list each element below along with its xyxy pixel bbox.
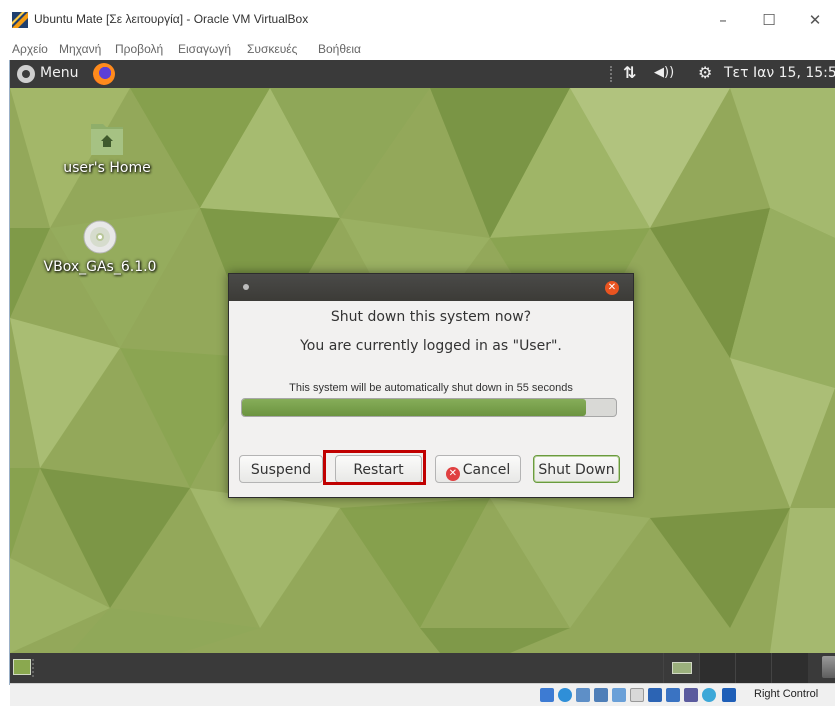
menu-devices[interactable]: Συσκευές	[247, 42, 297, 56]
desktop-icon-label: user's Home	[63, 160, 151, 176]
workspace-3[interactable]	[735, 653, 772, 683]
bottom-panel	[10, 653, 835, 683]
window-title: Ubuntu Mate [Σε λειτουργία] - Oracle VM …	[34, 12, 309, 26]
shared-folders-icon[interactable]	[630, 688, 644, 702]
home-folder-icon	[91, 124, 123, 155]
main-menu-button[interactable]: Menu	[40, 65, 78, 81]
workspace-2[interactable]	[699, 653, 736, 683]
menu-file[interactable]: Αρχείο	[12, 42, 48, 56]
dialog-subheading: You are currently logged in as "User".	[300, 338, 562, 354]
minimize-button[interactable]: –	[706, 6, 740, 34]
trash-icon[interactable]	[822, 656, 835, 678]
restart-highlight-box	[323, 450, 426, 485]
vbox-statusbar: Right Control	[10, 683, 835, 706]
vbox-menubar: Αρχείο Μηχανή Προβολή Εισαγωγή Συσκευές …	[0, 40, 835, 60]
power-icon[interactable]: ⚙	[698, 63, 712, 82]
menu-input[interactable]: Εισαγωγή	[178, 42, 231, 56]
desktop-icon-vbox-gas[interactable]: VBox_GAs_6.1.0	[40, 220, 160, 290]
progress-fill	[242, 399, 587, 416]
show-desktop-icon[interactable]	[13, 659, 31, 675]
host-key-label: Right Control	[754, 688, 819, 700]
audio-icon[interactable]	[576, 688, 590, 702]
top-panel: Menu ⇅ ◀)) ⚙ Τετ Ιαν 15, 15:5	[10, 60, 835, 88]
panel-separator	[610, 66, 614, 82]
video-capture-icon[interactable]	[666, 688, 680, 702]
mouse-integration-icon[interactable]	[702, 688, 716, 702]
desktop-icon-label: VBox_GAs_6.1.0	[43, 259, 157, 275]
cancel-button-label: Cancel	[462, 462, 511, 478]
cd-disc-icon	[83, 220, 117, 254]
dialog-titlebar[interactable]: ✕	[229, 274, 633, 301]
shutdown-button[interactable]: Shut Down	[533, 455, 620, 483]
volume-icon[interactable]: ◀))	[654, 65, 674, 80]
mate-menu-icon[interactable]	[17, 65, 35, 83]
virtualization-icon[interactable]	[684, 688, 698, 702]
guest-screen[interactable]: Menu ⇅ ◀)) ⚙ Τετ Ιαν 15, 15:5 user's Hom…	[10, 60, 835, 683]
workspace-4[interactable]	[771, 653, 808, 683]
network-icon[interactable]: ⇅	[623, 63, 636, 82]
virtualbox-app-icon	[12, 12, 28, 28]
panel-clock[interactable]: Τετ Ιαν 15, 15:5	[724, 65, 835, 81]
dialog-menu-icon[interactable]	[243, 284, 249, 290]
menu-machine[interactable]: Μηχανή	[59, 42, 101, 56]
window-titlebar: Ubuntu Mate [Σε λειτουργία] - Oracle VM …	[0, 0, 835, 40]
dialog-heading: Shut down this system now?	[330, 309, 532, 325]
suspend-button[interactable]: Suspend	[239, 455, 323, 483]
display-icon[interactable]	[648, 688, 662, 702]
workspace-1[interactable]	[663, 653, 700, 683]
desktop-icon-home[interactable]: user's Home	[47, 120, 167, 190]
dialog-close-icon[interactable]: ✕	[605, 281, 619, 295]
cancel-button[interactable]: ✕ Cancel	[435, 455, 521, 483]
close-window-button[interactable]: ✕	[798, 6, 832, 34]
shutdown-dialog: ✕ Shut down this system now? You are cur…	[228, 273, 634, 498]
usb-icon[interactable]	[612, 688, 626, 702]
firefox-launcher-icon[interactable]	[93, 63, 115, 85]
hard-disk-icon[interactable]	[540, 688, 554, 702]
keyboard-capture-icon[interactable]	[722, 688, 736, 702]
menu-view[interactable]: Προβολή	[115, 42, 163, 56]
optical-drive-icon[interactable]	[558, 688, 572, 702]
vm-frame-border	[0, 60, 10, 685]
network-adapter-icon[interactable]	[594, 688, 608, 702]
countdown-text: This system will be automatically shut d…	[289, 382, 573, 394]
maximize-button[interactable]: ☐	[752, 6, 786, 34]
cancel-icon: ✕	[445, 467, 460, 481]
panel-grip	[32, 659, 37, 677]
countdown-progress-bar	[241, 398, 617, 417]
mate-desktop: Menu ⇅ ◀)) ⚙ Τετ Ιαν 15, 15:5 user's Hom…	[10, 60, 835, 683]
menu-help[interactable]: Βοήθεια	[318, 42, 361, 56]
